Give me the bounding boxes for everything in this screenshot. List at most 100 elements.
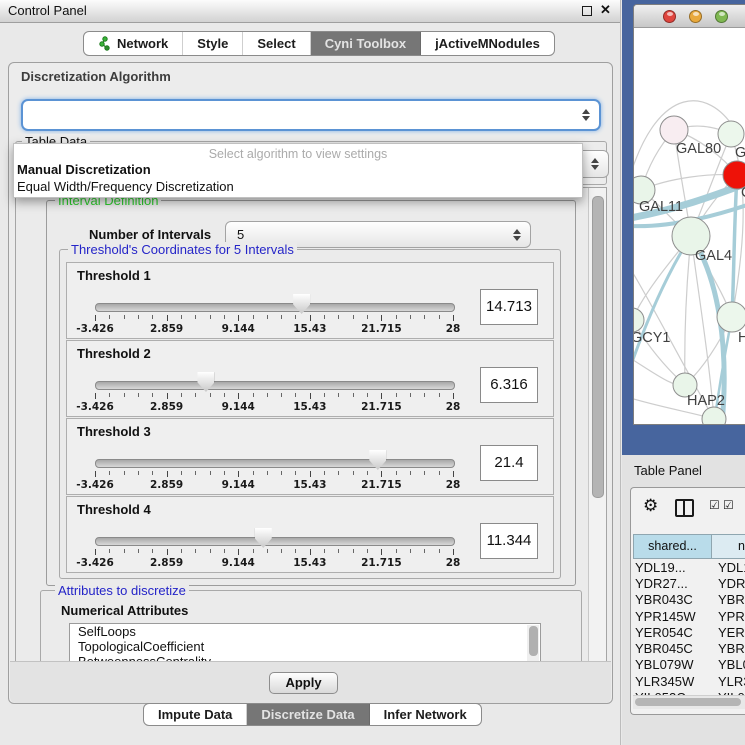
node-label-h: H [738, 330, 745, 346]
node-h[interactable] [717, 302, 745, 332]
table-row[interactable]: YBL079W YBL0 [633, 657, 745, 673]
network-edge[interactable] [634, 236, 691, 368]
combo-arrows-icon [591, 158, 599, 170]
axis-label: 15.43 [293, 401, 326, 413]
threshold-value-field[interactable]: 11.344 [480, 523, 538, 559]
panel-title: Control Panel [8, 3, 87, 18]
select-columns-icon[interactable]: ☑ [723, 498, 734, 512]
control-panel: Control Panel ✕ Network Style Select Cyn… [0, 0, 621, 745]
minimize-traffic-light-icon[interactable] [689, 10, 702, 23]
close-icon[interactable]: ✕ [600, 2, 611, 18]
axis-label: 21.715 [361, 557, 402, 569]
tab-label: Discretize Data [261, 707, 354, 722]
attribute-item[interactable]: TopologicalCoefficient [70, 639, 540, 654]
tab-label: jActiveMNodules [435, 36, 540, 51]
tab-select[interactable]: Select [243, 32, 310, 55]
tab-label: Cyni Toolbox [325, 36, 406, 51]
network-view-window: GAL80GACGAL11GAL4GCY1HHAP2 [622, 0, 745, 456]
cell-name: YBR0 [713, 592, 745, 607]
threshold-value-field[interactable]: 21.4 [480, 445, 538, 481]
tick-mark [267, 471, 268, 475]
scrollbar-thumb[interactable] [592, 196, 604, 498]
column-header-shared-name[interactable]: shared... [633, 534, 712, 559]
scrollbar-thumb[interactable] [529, 626, 538, 656]
bottom-tab-impute-data[interactable]: Impute Data [144, 704, 247, 725]
threshold-label: Threshold 2 [77, 346, 151, 361]
attribute-item[interactable]: SelfLoops [70, 624, 540, 639]
network-edge[interactable] [641, 175, 737, 190]
slider-track[interactable] [95, 303, 455, 312]
tab-jactivemnodules[interactable]: jActiveMNodules [421, 32, 554, 55]
slider-track[interactable] [95, 459, 455, 468]
tick-mark [95, 393, 96, 399]
tick-mark [381, 315, 382, 321]
table-row[interactable]: YER054C YER0 [633, 624, 745, 640]
tick-mark [367, 315, 368, 319]
algorithm-option[interactable]: Equal Width/Frequency Discretization [14, 178, 582, 195]
node-ga[interactable] [718, 121, 744, 147]
network-canvas[interactable]: GAL80GACGAL11GAL4GCY1HHAP2 [634, 28, 745, 424]
tick-mark [124, 315, 125, 319]
thresholds-group-title: Threshold's Coordinates for 5 Intervals [68, 242, 297, 257]
zoom-traffic-light-icon[interactable] [715, 10, 728, 23]
tab-style[interactable]: Style [183, 32, 243, 55]
table-row[interactable]: YBR045C YBR0 [633, 640, 745, 656]
attributes-listbox[interactable]: SelfLoopsTopologicalCoefficientBetweenne… [69, 623, 541, 665]
apply-button[interactable]: Apply [269, 672, 338, 694]
slider-track[interactable] [95, 381, 455, 390]
tick-mark [453, 315, 454, 321]
bottom-tab-discretize-data[interactable]: Discretize Data [247, 704, 369, 725]
table-row[interactable]: YDL19... YDL1 [633, 559, 745, 575]
node-label-gal4: GAL4 [695, 248, 732, 264]
gear-icon[interactable]: ⚙ [643, 496, 658, 516]
tick-mark [410, 315, 411, 319]
tick-mark [224, 471, 225, 475]
split-view-icon[interactable] [675, 499, 694, 517]
node-gcy1[interactable] [634, 308, 644, 332]
tick-mark [238, 393, 239, 399]
axis-label: 21.715 [361, 479, 402, 491]
column-header-name[interactable]: na [711, 534, 745, 559]
scrollbar-thumb[interactable] [635, 698, 741, 706]
network-edge[interactable] [685, 236, 691, 385]
tick-mark [439, 471, 440, 475]
axis-label: 9.144 [222, 557, 255, 569]
tab-cyni-toolbox[interactable]: Cyni Toolbox [311, 32, 421, 55]
threshold-value-field[interactable]: 6.316 [480, 367, 538, 403]
algorithm-option[interactable]: Manual Discretization [14, 161, 582, 178]
node-gal80[interactable] [660, 116, 688, 144]
algorithm-combobox[interactable] [21, 99, 601, 131]
panel-scrollbar[interactable] [588, 188, 606, 662]
cell-name: YER0 [713, 625, 745, 640]
network-edge[interactable] [732, 175, 737, 317]
axis-label: 2.859 [150, 479, 183, 491]
close-traffic-light-icon[interactable] [663, 10, 676, 23]
slider-track[interactable] [95, 537, 455, 546]
select-columns-icon[interactable]: ☑ [709, 498, 720, 512]
algorithm-section-title: Discretization Algorithm [21, 69, 171, 84]
tick-mark [367, 471, 368, 475]
float-window-icon[interactable] [582, 6, 592, 16]
bottom-tab-infer-network[interactable]: Infer Network [370, 704, 481, 725]
cell-shared-name: YDL19... [633, 560, 713, 575]
network-window-titlebar[interactable] [634, 5, 745, 28]
tick-mark [381, 471, 382, 477]
network-icon [98, 36, 112, 51]
tick-mark [195, 471, 196, 475]
tick-mark [353, 393, 354, 397]
table-row[interactable]: YPR145W YPR1 [633, 608, 745, 624]
tab-network[interactable]: Network [84, 32, 183, 55]
table-row[interactable]: YBR043C YBR0 [633, 592, 745, 608]
cell-shared-name: YPR145W [633, 609, 713, 624]
table-hscrollbar[interactable] [633, 695, 745, 709]
algorithm-dropdown-popup: Select algorithm to view settings Manual… [13, 143, 583, 198]
table-row[interactable]: YDR27... YDR2 [633, 575, 745, 591]
table-row[interactable]: YLR345W YLR3 [633, 673, 745, 689]
bottom-tabbar: Impute Data Discretize Data Infer Networ… [143, 703, 482, 726]
attributes-scrollbar[interactable] [527, 625, 539, 665]
tick-mark [253, 315, 254, 319]
tick-mark [396, 549, 397, 553]
cell-name: YBL0 [713, 657, 745, 672]
tick-mark [295, 549, 296, 553]
threshold-value-field[interactable]: 14.713 [480, 289, 538, 325]
